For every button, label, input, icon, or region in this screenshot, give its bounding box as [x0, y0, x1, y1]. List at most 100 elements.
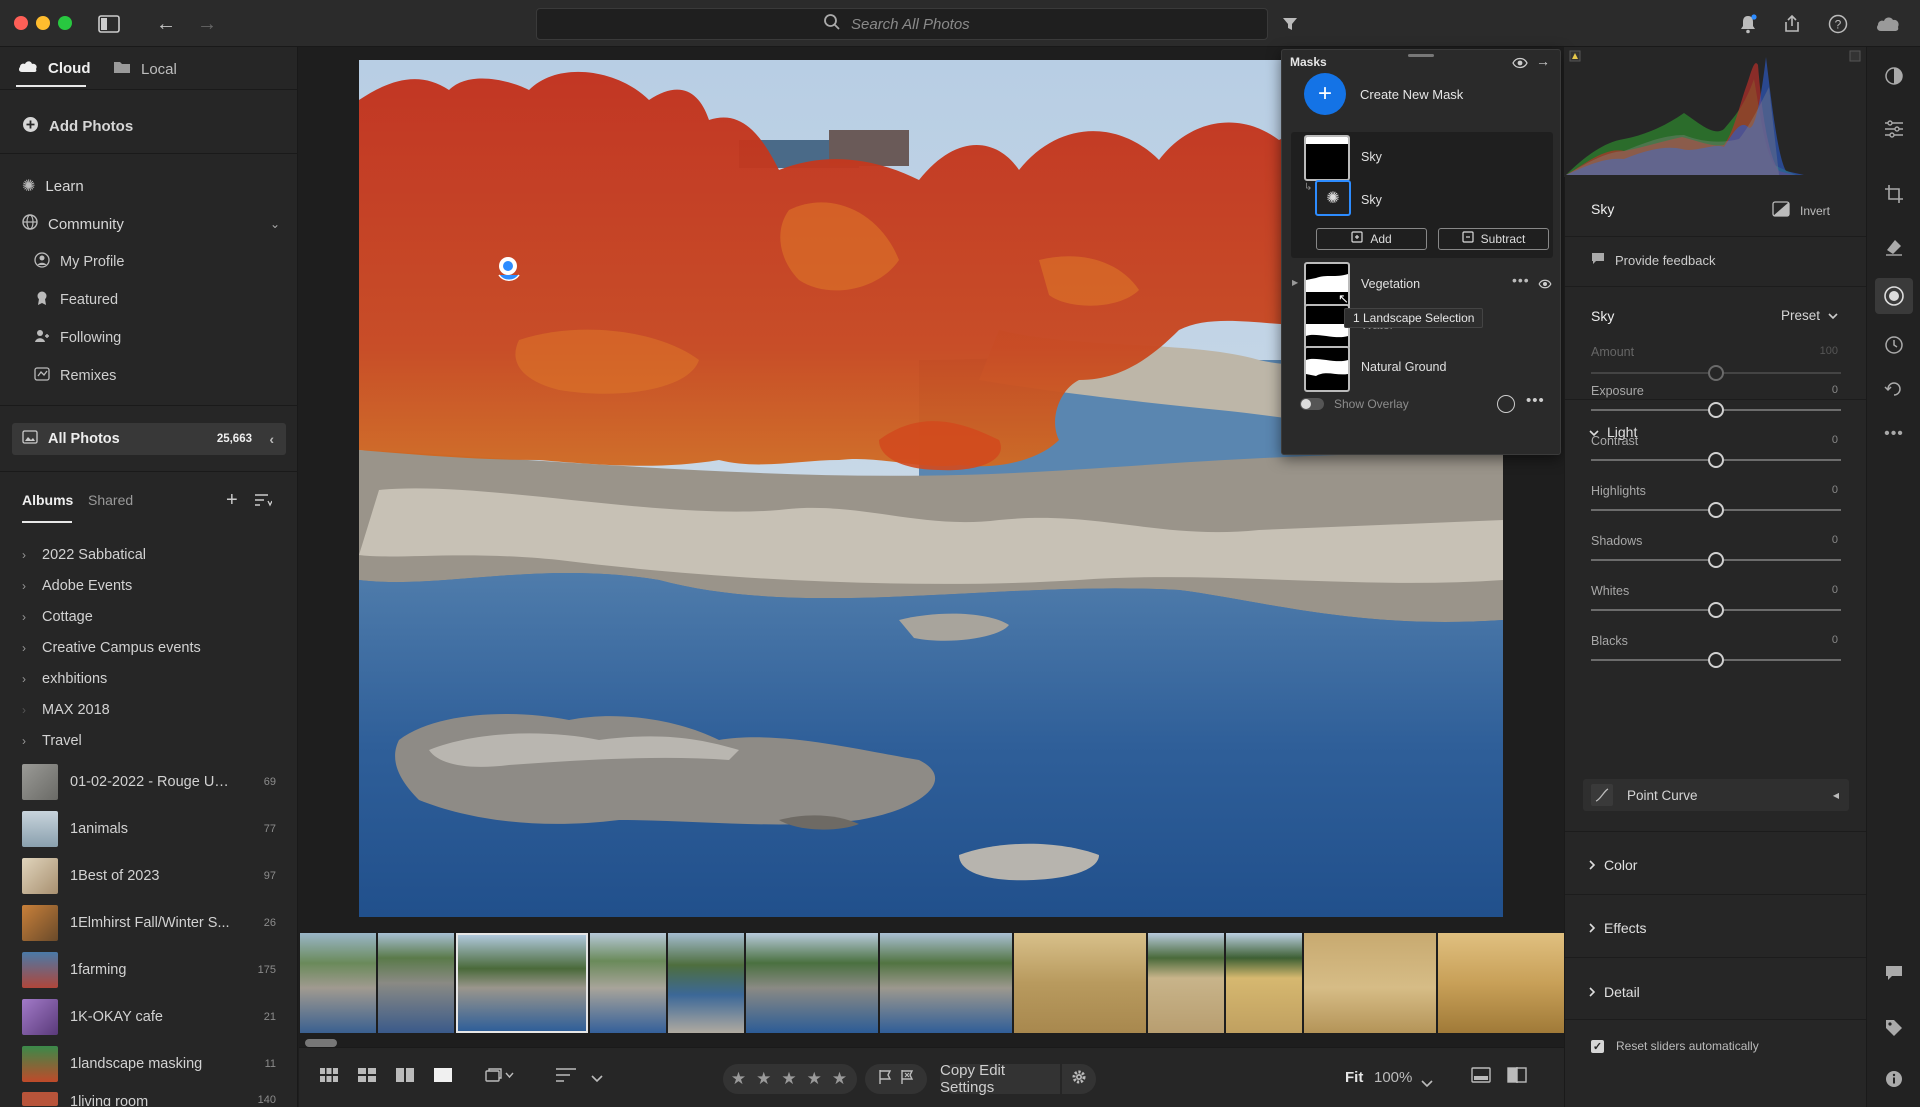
cloud-sync-icon[interactable]	[1874, 10, 1902, 38]
effects-section-header[interactable]: Effects	[1589, 920, 1647, 936]
slider-value[interactable]: 0	[1832, 584, 1838, 596]
folder-item[interactable]: › Cottage	[22, 609, 93, 625]
filmstrip-thumbnail[interactable]	[378, 933, 454, 1033]
filmstrip-scrollbar[interactable]	[305, 1039, 337, 1047]
more-icon[interactable]: •••	[1881, 421, 1907, 447]
all-photos-item[interactable]: All Photos 25,663 ‹	[12, 423, 286, 455]
filmstrip-thumbnail[interactable]	[746, 933, 878, 1033]
search-bar[interactable]	[536, 8, 1268, 40]
point-curve-button[interactable]: Point Curve ◀	[1583, 779, 1849, 811]
learn-item[interactable]: ✺ Learn	[22, 176, 84, 196]
slider-knob[interactable]	[1708, 652, 1724, 668]
stack-icon[interactable]	[485, 1067, 515, 1088]
add-photos-button[interactable]: Add Photos	[22, 116, 133, 137]
provide-feedback-link[interactable]: Provide feedback	[1591, 252, 1715, 268]
star-icon[interactable]: ★	[832, 1069, 849, 1089]
mask-thumbnail[interactable]	[1304, 346, 1350, 392]
star-icon[interactable]: ★	[756, 1069, 773, 1089]
preset-dropdown[interactable]: Preset	[1781, 308, 1838, 323]
filmstrip-thumbnail[interactable]	[300, 933, 376, 1033]
show-overlay-toggle[interactable]: Show Overlay	[1300, 397, 1409, 411]
copy-edit-settings-button[interactable]: Copy Edit Settings	[940, 1062, 1060, 1096]
filmstrip-thumbnail[interactable]	[1438, 933, 1564, 1033]
comment-icon[interactable]	[1881, 960, 1907, 986]
crop-icon[interactable]	[1881, 181, 1907, 207]
slider-value[interactable]: 0	[1832, 534, 1838, 546]
folder-item[interactable]: › exhbitions	[22, 671, 107, 687]
drag-handle[interactable]	[1408, 54, 1434, 57]
sort-albums-button[interactable]	[254, 493, 273, 511]
star-icon[interactable]: ★	[731, 1069, 748, 1089]
slider-knob[interactable]	[1708, 402, 1724, 418]
sidebar-item-remixes[interactable]: Remixes	[34, 366, 116, 386]
slider-knob[interactable]	[1708, 365, 1724, 381]
filter-icon[interactable]	[1276, 10, 1304, 38]
slider-value[interactable]: 0	[1832, 384, 1838, 396]
filmstrip-thumbnail[interactable]	[668, 933, 744, 1033]
toggle-switch[interactable]	[1300, 398, 1324, 410]
slider-knob[interactable]	[1708, 552, 1724, 568]
info-icon[interactable]	[1881, 1066, 1907, 1092]
zoom-window-button[interactable]	[58, 16, 72, 30]
forward-arrow-icon[interactable]: →	[193, 10, 221, 38]
chevron-down-icon[interactable]	[1421, 1075, 1433, 1093]
checkbox[interactable]: ✓	[1591, 1039, 1604, 1053]
sidebar-toggle-icon[interactable]	[95, 10, 123, 38]
filmstrip-thumbnail[interactable]	[1014, 933, 1146, 1033]
edit-icon[interactable]	[1881, 63, 1907, 89]
collapse-arrow-icon[interactable]: →	[1536, 53, 1550, 69]
invert-button[interactable]: Invert	[1772, 201, 1830, 220]
pick-flag-icon[interactable]	[878, 1069, 892, 1090]
star-icon[interactable]: ★	[807, 1069, 824, 1089]
tab-cloud[interactable]: Cloud	[18, 60, 91, 77]
sidebar-item-following[interactable]: Following	[34, 328, 121, 348]
tab-local[interactable]: Local	[113, 60, 177, 78]
slider-value[interactable]: 0	[1832, 634, 1838, 646]
disclosure-triangle-icon[interactable]: ▶	[1292, 278, 1298, 287]
close-window-button[interactable]	[14, 16, 28, 30]
folder-item[interactable]: › 2022 Sabbatical	[22, 547, 146, 563]
zoom-level[interactable]: 100%	[1374, 1069, 1412, 1086]
filmstrip-thumbnail[interactable]	[1148, 933, 1224, 1033]
filmstrip-thumbnail[interactable]	[590, 933, 666, 1033]
detail-section-header[interactable]: Detail	[1589, 984, 1640, 1000]
versions-icon[interactable]	[1881, 376, 1907, 402]
masking-icon[interactable]	[1875, 278, 1913, 314]
tag-icon[interactable]	[1881, 1015, 1907, 1041]
reset-sliders-checkbox[interactable]: ✓ Reset sliders automatically	[1591, 1039, 1759, 1053]
slider-knob[interactable]	[1708, 452, 1724, 468]
sort-icon[interactable]	[555, 1067, 577, 1088]
eye-icon[interactable]	[1538, 276, 1552, 294]
tab-albums[interactable]: Albums	[22, 492, 73, 508]
album-item[interactable]: 1K-OKAY cafe 21	[22, 998, 300, 1036]
filmstrip-toggle-icon[interactable]	[1471, 1067, 1491, 1088]
add-component-button[interactable]: Add	[1316, 228, 1427, 250]
folder-item[interactable]: › Creative Campus events	[22, 640, 201, 656]
reject-flag-icon[interactable]	[900, 1069, 914, 1090]
album-item[interactable]: 01-02-2022 - Rouge Ur... 69	[22, 763, 300, 801]
mask-component-thumbnail[interactable]: ✺	[1315, 180, 1351, 216]
album-item[interactable]: 1Elmhirst Fall/Winter S... 26	[22, 904, 300, 942]
album-item[interactable]: 1landscape masking 11	[22, 1045, 300, 1083]
square-grid-icon[interactable]	[319, 1067, 339, 1088]
create-new-mask-button[interactable]: + Create New Mask	[1304, 72, 1463, 116]
mask-thumbnail[interactable]	[1304, 135, 1350, 181]
eraser-healing-icon[interactable]	[1881, 234, 1907, 260]
tab-shared[interactable]: Shared	[88, 492, 133, 508]
album-item[interactable]: 1animals 77	[22, 810, 300, 848]
detail-view-icon[interactable]	[433, 1067, 453, 1088]
slider-knob[interactable]	[1708, 602, 1724, 618]
album-item[interactable]: 1farming 175	[22, 951, 300, 989]
community-item[interactable]: Community ⌄	[22, 214, 280, 234]
folder-item[interactable]: › MAX 2018	[22, 702, 110, 718]
star-icon[interactable]: ★	[781, 1069, 798, 1089]
minimize-window-button[interactable]	[36, 16, 50, 30]
zoom-fit-button[interactable]: Fit	[1345, 1069, 1363, 1086]
filmstrip-thumbnail[interactable]	[1304, 933, 1436, 1033]
slider-value[interactable]: 0	[1832, 484, 1838, 496]
more-options-icon[interactable]: •••	[1526, 392, 1545, 409]
color-section-header[interactable]: Color	[1589, 857, 1637, 873]
add-album-button[interactable]: +	[226, 489, 238, 512]
notification-bell-icon[interactable]	[1734, 10, 1762, 38]
before-after-icon[interactable]	[1507, 1067, 1527, 1088]
